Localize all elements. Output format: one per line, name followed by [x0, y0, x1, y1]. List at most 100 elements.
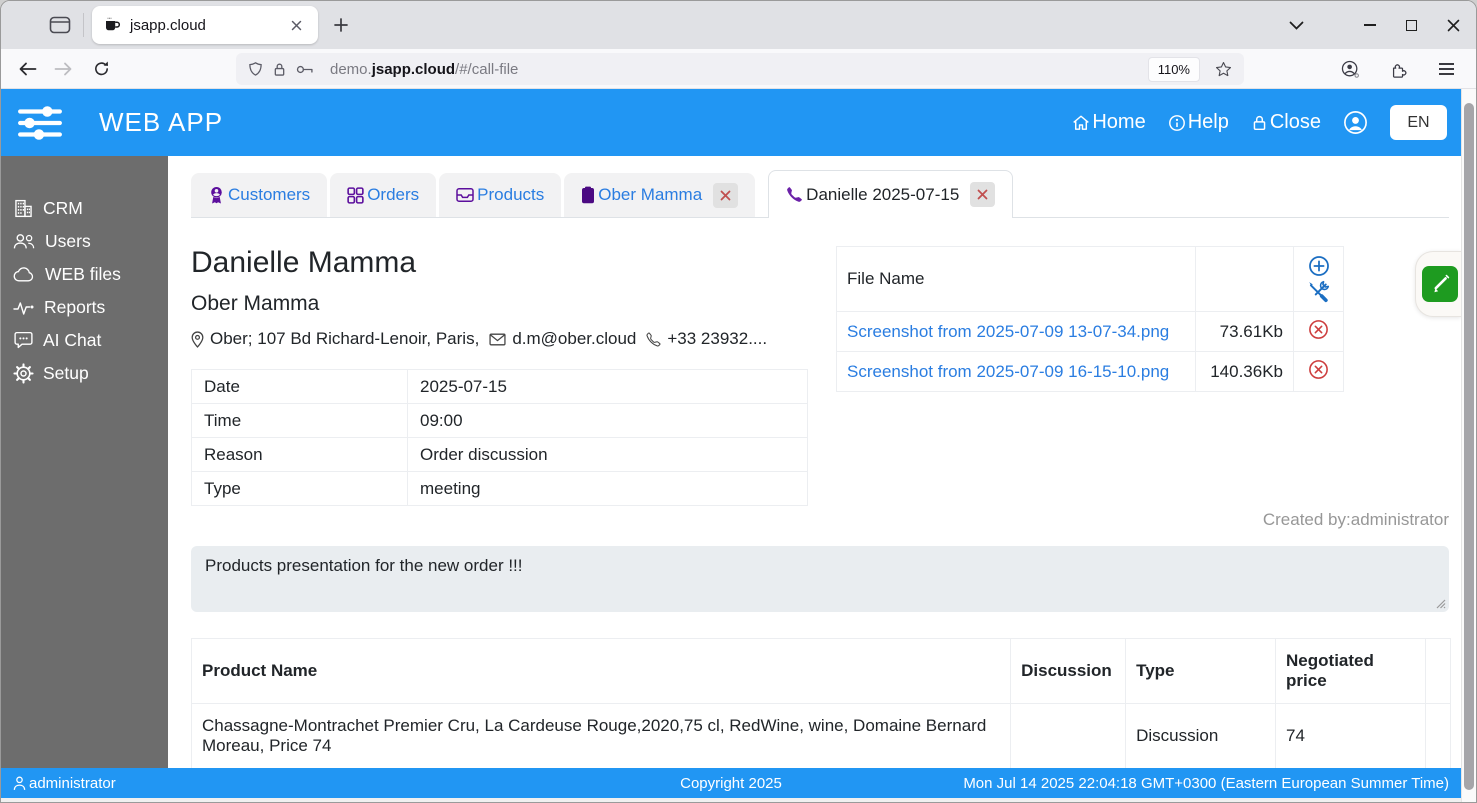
tab-products[interactable]: Products	[439, 173, 562, 217]
contact-email: d.m@ober.cloud	[512, 329, 637, 348]
clipboard-icon	[581, 186, 595, 204]
delete-file-icon[interactable]	[1308, 359, 1329, 380]
contact-phone: +33 23932....	[667, 329, 768, 348]
help-link[interactable]: Help	[1168, 111, 1229, 134]
products-table: Product Name Discussion Type Negotiated …	[190, 638, 1452, 768]
product-row: Chassagne-Montrachet Premier Cru, La Car…	[190, 703, 1452, 768]
users-icon	[13, 234, 35, 249]
sidebar-item-web-files[interactable]: WEB files	[1, 258, 168, 291]
user-profile-icon[interactable]	[1343, 110, 1368, 135]
tab-danielle-call[interactable]: Danielle 2025-07-15	[768, 170, 1014, 218]
contact-address: Ober; 107 Bd Richard-Lenoir, Paris,	[210, 329, 480, 348]
lock-icon[interactable]	[273, 62, 286, 77]
table-row: Date 2025-07-15	[191, 369, 808, 404]
tools-icon[interactable]	[1307, 280, 1330, 303]
building-icon	[15, 199, 32, 218]
file-size: 140.36Kb	[1195, 351, 1294, 392]
page-scrollbar[interactable]	[1461, 89, 1476, 802]
shield-icon[interactable]	[248, 61, 263, 77]
app-header: WEB APP Home Help Close EN	[1, 89, 1461, 156]
browser-window: jsapp.cloud demo.jsapp.cloud/#/call-file…	[0, 0, 1477, 803]
resize-grip-icon[interactable]	[1435, 598, 1446, 609]
product-discussion-cell	[1010, 703, 1127, 768]
tab-close-button[interactable]	[970, 182, 996, 207]
table-row: Time 09:00	[191, 403, 808, 438]
scrollbar-thumb[interactable]	[1464, 103, 1474, 790]
cloud-icon	[13, 267, 34, 282]
footer-datetime: Mon Jul 14 2025 22:04:18 GMT+0300 (Easte…	[963, 774, 1449, 792]
browser-navbar: demo.jsapp.cloud/#/call-file 110%	[1, 49, 1476, 89]
browser-tab[interactable]: jsapp.cloud	[92, 6, 318, 44]
location-pin-icon	[191, 330, 204, 348]
padlock-icon	[1253, 115, 1266, 130]
window-minimize-button[interactable]	[1364, 24, 1376, 26]
edit-pencil-icon	[1422, 266, 1458, 302]
add-file-icon[interactable]	[1308, 255, 1330, 277]
window-maximize-button[interactable]	[1406, 19, 1417, 31]
sidebar-item-ai-chat[interactable]: AI Chat	[1, 324, 168, 357]
product-name-cell: Chassagne-Montrachet Premier Cru, La Car…	[190, 703, 1012, 768]
note-textarea[interactable]: Products presentation for the new order …	[191, 546, 1449, 612]
home-icon	[1073, 115, 1090, 130]
window-close-button[interactable]	[1447, 19, 1460, 32]
company-name-heading: Ober Mamma	[191, 292, 320, 315]
phone-small-icon	[646, 331, 661, 347]
key-icon[interactable]	[296, 64, 314, 75]
account-icon[interactable]	[1334, 54, 1366, 84]
sidebar-item-reports[interactable]: Reports	[1, 291, 168, 324]
firefox-view-icon[interactable]	[45, 10, 75, 40]
home-link[interactable]: Home	[1072, 111, 1146, 134]
info-icon	[1168, 114, 1185, 131]
product-price-cell: 74	[1275, 703, 1426, 768]
created-by-label: Created by:administrator	[1262, 510, 1449, 529]
phone-icon	[786, 186, 803, 203]
back-button[interactable]	[11, 54, 43, 84]
files-header-row: File Name	[835, 246, 1344, 312]
delete-file-icon[interactable]	[1308, 319, 1329, 340]
product-type-cell: Discussion	[1125, 703, 1277, 768]
url-bar[interactable]: demo.jsapp.cloud/#/call-file 110%	[236, 53, 1244, 85]
products-header-row: Product Name Discussion Type Negotiated …	[190, 638, 1452, 704]
sidebar-item-crm[interactable]: CRM	[1, 192, 168, 225]
tab-ober-mamma[interactable]: Ober Mamma	[564, 173, 756, 217]
language-selector[interactable]: EN	[1390, 105, 1447, 140]
file-link[interactable]: Screenshot from 2025-07-09 13-07-34.png	[847, 322, 1169, 341]
customer-badge-icon	[208, 186, 225, 205]
app-footer: Copyright 2025 administrator Mon Jul 14 …	[1, 768, 1461, 798]
contact-name-heading: Danielle Mamma	[191, 246, 417, 279]
sidebar-item-setup[interactable]: Setup	[1, 357, 168, 390]
table-row: Reason Order discussion	[191, 437, 808, 472]
files-table: File Name Screenshot from 2025-07-09 13-…	[835, 246, 1344, 392]
edit-button[interactable]	[1415, 251, 1461, 317]
forward-button[interactable]	[47, 54, 79, 84]
app-title: WEB APP	[99, 107, 224, 137]
contact-line: Ober; 107 Bd Richard-Lenoir, Paris, d.m@…	[191, 329, 808, 349]
sidebar: CRM Users WEB files Reports AI Chat Setu…	[1, 156, 168, 768]
app-tabbar: Customers Orders Products Ober Mamma Dan…	[191, 170, 1449, 218]
close-session-link[interactable]: Close	[1251, 111, 1321, 134]
menu-hamburger-icon[interactable]	[1430, 54, 1462, 84]
zoom-level-badge[interactable]: 110%	[1147, 56, 1200, 82]
new-tab-button[interactable]	[326, 10, 356, 40]
file-link[interactable]: Screenshot from 2025-07-09 16-15-10.png	[847, 362, 1169, 381]
sidebar-item-users[interactable]: Users	[1, 225, 168, 258]
tab-close-icon[interactable]	[284, 13, 308, 37]
url-text: demo.jsapp.cloud/#/call-file	[330, 60, 519, 78]
tab-close-button[interactable]	[713, 182, 739, 208]
call-details-table: Date 2025-07-15 Time 09:00 Reason Order dis…	[191, 369, 808, 506]
tab-list-chevron-icon[interactable]	[1289, 21, 1304, 30]
chat-icon	[14, 331, 33, 349]
web-app: WEB APP Home Help Close EN CRM Users WEB…	[1, 89, 1476, 802]
reload-button[interactable]	[85, 54, 117, 84]
inbox-icon	[456, 187, 474, 203]
tab-orders[interactable]: Orders	[330, 173, 437, 217]
extensions-puzzle-icon[interactable]	[1382, 54, 1414, 84]
tab-customers[interactable]: Customers	[191, 173, 328, 217]
table-row: Type meeting	[191, 471, 808, 506]
file-row: Screenshot from 2025-07-09 13-07-34.png …	[835, 311, 1344, 352]
bookmark-star-icon[interactable]	[1210, 56, 1236, 82]
main-panel: Customers Orders Products Ober Mamma Dan…	[168, 156, 1461, 768]
browser-tabstrip: jsapp.cloud	[1, 1, 1476, 49]
sliders-menu-icon[interactable]	[17, 104, 63, 142]
grid-icon	[347, 186, 364, 204]
